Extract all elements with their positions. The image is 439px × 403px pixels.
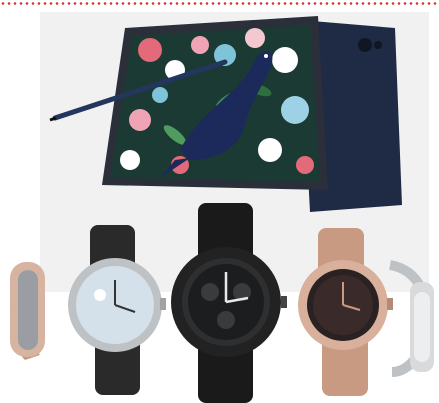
watch-rose-gold [298,228,393,396]
watch-silver [68,225,166,395]
tablet [102,16,328,190]
watch-black [171,203,287,403]
watch-left-partial [10,262,45,360]
product-photo [10,16,434,403]
flower [138,38,162,62]
watch-right-partial [388,260,434,377]
